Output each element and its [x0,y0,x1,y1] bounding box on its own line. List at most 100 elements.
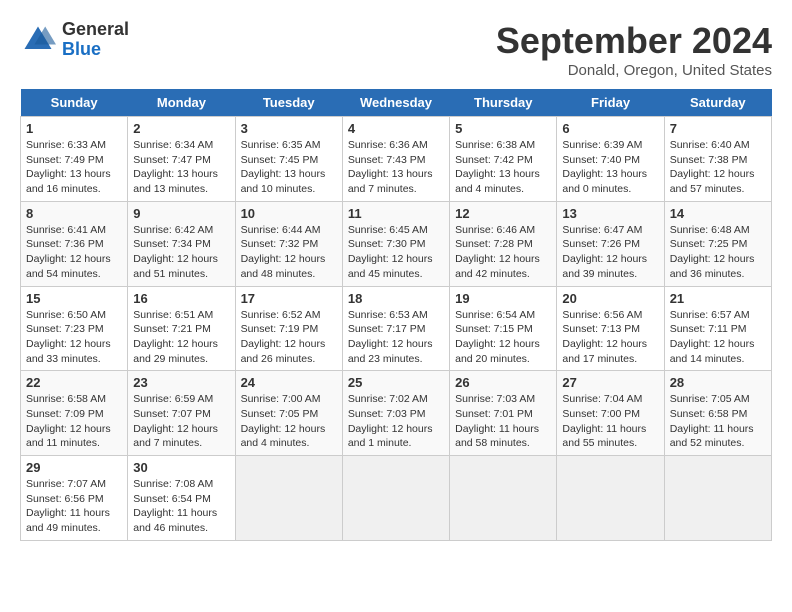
cell-sun-info: Sunrise: 6:47 AM Sunset: 7:26 PM Dayligh… [562,223,658,282]
day-number: 12 [455,206,551,221]
calendar-cell: 11 Sunrise: 6:45 AM Sunset: 7:30 PM Dayli… [342,201,449,286]
day-number: 4 [348,121,444,136]
cell-sun-info: Sunrise: 6:40 AM Sunset: 7:38 PM Dayligh… [670,138,766,197]
day-number: 24 [241,375,337,390]
calendar-cell [235,456,342,541]
cell-sun-info: Sunrise: 6:38 AM Sunset: 7:42 PM Dayligh… [455,138,551,197]
calendar-cell [342,456,449,541]
day-number: 8 [26,206,122,221]
cell-sun-info: Sunrise: 7:03 AM Sunset: 7:01 PM Dayligh… [455,392,551,451]
day-number: 20 [562,291,658,306]
calendar-cell: 17 Sunrise: 6:52 AM Sunset: 7:19 PM Dayli… [235,286,342,371]
cell-sun-info: Sunrise: 7:00 AM Sunset: 7:05 PM Dayligh… [241,392,337,451]
calendar-cell: 2Sunrise: 6:34 AM Sunset: 7:47 PM Daylig… [128,117,235,202]
day-number: 15 [26,291,122,306]
cell-sun-info: Sunrise: 6:45 AM Sunset: 7:30 PM Dayligh… [348,223,444,282]
cell-sun-info: Sunrise: 6:58 AM Sunset: 7:09 PM Dayligh… [26,392,122,451]
weekday-header-tuesday: Tuesday [235,89,342,117]
day-number: 3 [241,121,337,136]
day-number: 10 [241,206,337,221]
day-number: 22 [26,375,122,390]
calendar-cell [450,456,557,541]
calendar-cell: 4 Sunrise: 6:36 AM Sunset: 7:43 PM Daylig… [342,117,449,202]
weekday-header-sunday: Sunday [21,89,128,117]
weekday-header-monday: Monday [128,89,235,117]
weekday-header-saturday: Saturday [664,89,771,117]
cell-sun-info: Sunrise: 6:46 AM Sunset: 7:28 PM Dayligh… [455,223,551,282]
page-header: General Blue September 2024 Donald, Oreg… [20,20,772,79]
day-number: 11 [348,206,444,221]
calendar-cell: 16Sunrise: 6:51 AM Sunset: 7:21 PM Dayli… [128,286,235,371]
cell-sun-info: Sunrise: 6:36 AM Sunset: 7:43 PM Dayligh… [348,138,444,197]
day-number: 5 [455,121,551,136]
cell-sun-info: Sunrise: 6:52 AM Sunset: 7:19 PM Dayligh… [241,308,337,367]
calendar-cell: 20 Sunrise: 6:56 AM Sunset: 7:13 PM Dayli… [557,286,664,371]
day-number: 16 [133,291,229,306]
calendar-cell: 7 Sunrise: 6:40 AM Sunset: 7:38 PM Daylig… [664,117,771,202]
calendar-cell [557,456,664,541]
day-number: 18 [348,291,444,306]
calendar-cell: 8 Sunrise: 6:41 AM Sunset: 7:36 PM Daylig… [21,201,128,286]
cell-sun-info: Sunrise: 6:48 AM Sunset: 7:25 PM Dayligh… [670,223,766,282]
day-number: 7 [670,121,766,136]
calendar-cell: 5 Sunrise: 6:38 AM Sunset: 7:42 PM Daylig… [450,117,557,202]
day-number: 17 [241,291,337,306]
weekday-header-row: SundayMondayTuesdayWednesdayThursdayFrid… [21,89,772,117]
day-number: 2 [133,121,229,136]
day-number: 21 [670,291,766,306]
calendar-cell: 1 Sunrise: 6:33 AM Sunset: 7:49 PM Daylig… [21,117,128,202]
day-number: 28 [670,375,766,390]
day-number: 27 [562,375,658,390]
cell-sun-info: Sunrise: 6:50 AM Sunset: 7:23 PM Dayligh… [26,308,122,367]
day-number: 14 [670,206,766,221]
calendar-cell: 25 Sunrise: 7:02 AM Sunset: 7:03 PM Dayli… [342,371,449,456]
calendar-cell: 27 Sunrise: 7:04 AM Sunset: 7:00 PM Dayli… [557,371,664,456]
cell-sun-info: Sunrise: 6:57 AM Sunset: 7:11 PM Dayligh… [670,308,766,367]
calendar-table: SundayMondayTuesdayWednesdayThursdayFrid… [20,89,772,541]
day-number: 1 [26,121,122,136]
cell-sun-info: Sunrise: 6:56 AM Sunset: 7:13 PM Dayligh… [562,308,658,367]
week-row-2: 8 Sunrise: 6:41 AM Sunset: 7:36 PM Daylig… [21,201,772,286]
calendar-cell: 28 Sunrise: 7:05 AM Sunset: 6:58 PM Dayli… [664,371,771,456]
calendar-cell: 6Sunrise: 6:39 AM Sunset: 7:40 PM Daylig… [557,117,664,202]
calendar-cell: 15 Sunrise: 6:50 AM Sunset: 7:23 PM Dayli… [21,286,128,371]
logo-icon [20,22,56,58]
cell-sun-info: Sunrise: 7:02 AM Sunset: 7:03 PM Dayligh… [348,392,444,451]
calendar-cell [664,456,771,541]
week-row-3: 15 Sunrise: 6:50 AM Sunset: 7:23 PM Dayli… [21,286,772,371]
calendar-cell: 9Sunrise: 6:42 AM Sunset: 7:34 PM Daylig… [128,201,235,286]
week-row-4: 22 Sunrise: 6:58 AM Sunset: 7:09 PM Dayli… [21,371,772,456]
cell-sun-info: Sunrise: 7:04 AM Sunset: 7:00 PM Dayligh… [562,392,658,451]
cell-sun-info: Sunrise: 7:05 AM Sunset: 6:58 PM Dayligh… [670,392,766,451]
calendar-cell: 18Sunrise: 6:53 AM Sunset: 7:17 PM Dayli… [342,286,449,371]
cell-sun-info: Sunrise: 6:42 AM Sunset: 7:34 PM Dayligh… [133,223,229,282]
week-row-1: 1 Sunrise: 6:33 AM Sunset: 7:49 PM Daylig… [21,117,772,202]
day-number: 30 [133,460,229,475]
weekday-header-thursday: Thursday [450,89,557,117]
cell-sun-info: Sunrise: 6:54 AM Sunset: 7:15 PM Dayligh… [455,308,551,367]
calendar-cell: 29 Sunrise: 7:07 AM Sunset: 6:56 PM Dayli… [21,456,128,541]
calendar-cell: 24 Sunrise: 7:00 AM Sunset: 7:05 PM Dayli… [235,371,342,456]
day-number: 25 [348,375,444,390]
weekday-header-friday: Friday [557,89,664,117]
calendar-cell: 22 Sunrise: 6:58 AM Sunset: 7:09 PM Dayli… [21,371,128,456]
cell-sun-info: Sunrise: 7:07 AM Sunset: 6:56 PM Dayligh… [26,477,122,536]
weekday-header-wednesday: Wednesday [342,89,449,117]
logo-blue-text: Blue [62,39,101,59]
calendar-cell: 13Sunrise: 6:47 AM Sunset: 7:26 PM Dayli… [557,201,664,286]
logo-general-text: General [62,19,129,39]
day-number: 29 [26,460,122,475]
logo: General Blue [20,20,129,60]
cell-sun-info: Sunrise: 6:41 AM Sunset: 7:36 PM Dayligh… [26,223,122,282]
calendar-cell: 19Sunrise: 6:54 AM Sunset: 7:15 PM Dayli… [450,286,557,371]
calendar-cell: 14 Sunrise: 6:48 AM Sunset: 7:25 PM Dayli… [664,201,771,286]
cell-sun-info: Sunrise: 6:44 AM Sunset: 7:32 PM Dayligh… [241,223,337,282]
calendar-cell: 12 Sunrise: 6:46 AM Sunset: 7:28 PM Dayli… [450,201,557,286]
calendar-cell: 26Sunrise: 7:03 AM Sunset: 7:01 PM Dayli… [450,371,557,456]
day-number: 23 [133,375,229,390]
calendar-cell: 21 Sunrise: 6:57 AM Sunset: 7:11 PM Dayli… [664,286,771,371]
day-number: 6 [562,121,658,136]
cell-sun-info: Sunrise: 6:35 AM Sunset: 7:45 PM Dayligh… [241,138,337,197]
calendar-cell: 30Sunrise: 7:08 AM Sunset: 6:54 PM Dayli… [128,456,235,541]
cell-sun-info: Sunrise: 6:33 AM Sunset: 7:49 PM Dayligh… [26,138,122,197]
